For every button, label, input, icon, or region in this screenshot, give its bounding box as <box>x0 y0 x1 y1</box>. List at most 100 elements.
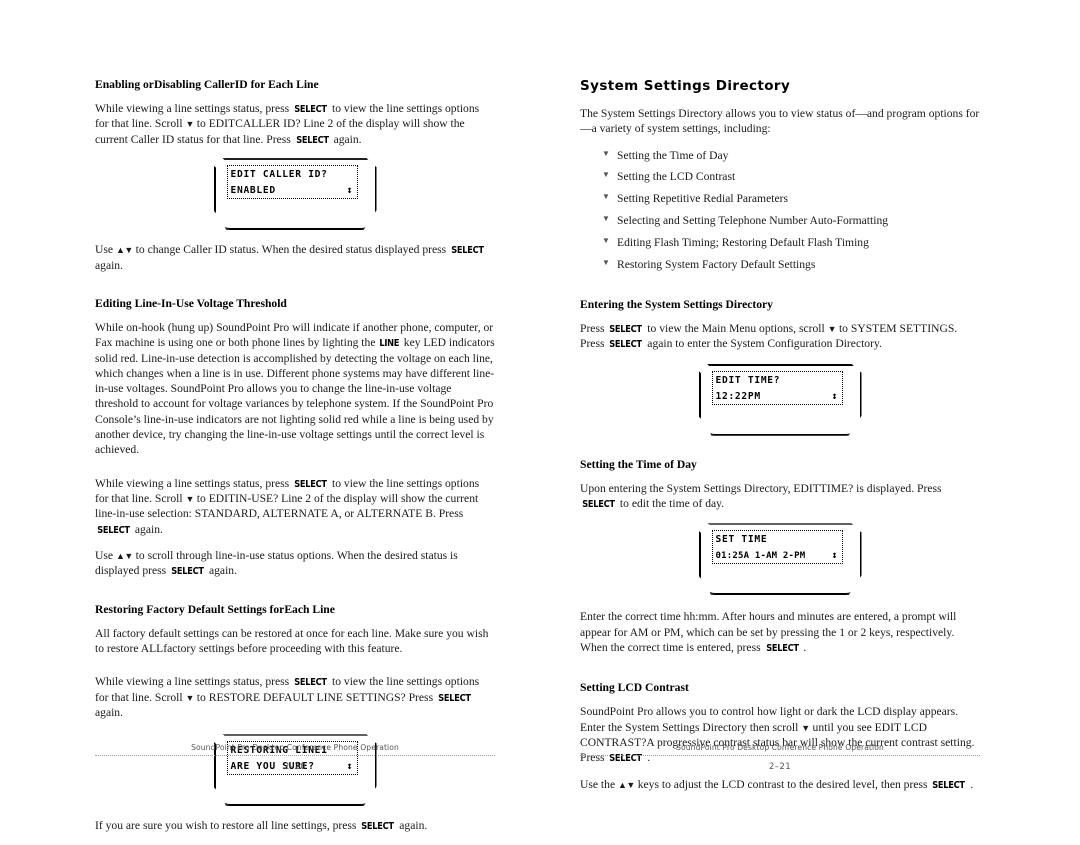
lcd-screen: EDIT CALLER ID? ENABLED ↕ <box>226 165 358 200</box>
right-column-content: System Settings Directory The System Set… <box>580 78 980 803</box>
list-item-label: Editing Flash Timing; Restoring Default … <box>617 235 869 249</box>
footer-right: SoundPoint Pro Desktop Conference Phone … <box>580 743 980 772</box>
text-fragment: again. <box>95 258 124 272</box>
footer-divider <box>95 755 495 756</box>
up-down-scroll-icon: ↕ <box>831 390 838 402</box>
footer-title: SoundPoint Pro Desktop Conference Phone … <box>191 743 399 752</box>
text-fragment: to view the Main Menu options, scroll <box>644 321 828 335</box>
list-item-label: Selecting and Setting Telephone Number A… <box>617 213 889 227</box>
lcd-figure-edit-time: EDIT TIME? 12:22PM ↕ <box>580 363 980 436</box>
heading-line-in-use-voltage: Editing Line-In-Use Voltage Threshold <box>95 296 287 310</box>
lcd-screen-line-2: 12:22PM <box>715 390 761 402</box>
lcd-screen-line-2: ENABLED <box>230 185 276 197</box>
triangle-bullet-icon: ▼ <box>602 257 610 267</box>
select-key-label: SELECT <box>451 245 484 257</box>
triangle-bullet-icon: ▼ <box>602 213 610 223</box>
up-down-scroll-icon: ↕ <box>831 550 838 562</box>
lcd-screen-line-1: SET TIME <box>715 534 768 546</box>
paragraph-enter-correct-time: Enter the correct time hh:mm. After hour… <box>580 609 980 655</box>
text-fragment: Use <box>95 243 116 257</box>
paragraph-callerid-instructions: While viewing a line settings status, pr… <box>95 101 495 147</box>
list-item: ▼ Restoring System Factory Default Settin… <box>602 257 980 272</box>
list-item-label: Setting the LCD Contrast <box>617 170 736 184</box>
footer-title: SoundPoint Pro Desktop Conference Phone … <box>676 743 884 752</box>
text-fragment: While viewing a line settings status, pr… <box>95 102 293 115</box>
triangle-bullet-icon: ▼ <box>602 148 610 158</box>
down-arrow-icon: ▼ <box>185 119 194 130</box>
up-down-arrow-icon: ▲▼ <box>115 551 133 561</box>
lcd-device: EDIT TIME? 12:22PM ↕ <box>698 363 862 436</box>
select-key-label: SELECT <box>932 779 966 791</box>
text-fragment: again. <box>132 522 163 536</box>
list-item: ▼ Setting the Time of Day <box>602 148 980 163</box>
down-arrow-icon: ▼ <box>185 494 194 504</box>
select-key-label: SELECT <box>765 642 799 654</box>
text-fragment: keys to adjust the LCD contrast to the d… <box>634 777 931 791</box>
text-fragment: Use <box>95 549 116 562</box>
text-fragment: to edit the time of day. <box>617 496 725 510</box>
list-item: ▼ Selecting and Setting Telephone Number … <box>602 213 980 228</box>
footer-left: SoundPoint Pro Desktop Conference Phone … <box>95 743 495 772</box>
text-fragment: If you are sure you wish to restore all … <box>95 819 360 833</box>
paragraph-factory-defaults-note: All factory default settings can be rest… <box>95 626 489 655</box>
down-arrow-icon: ▼ <box>827 323 837 334</box>
line-key-label: LINE <box>379 338 400 350</box>
heading-entering-directory: Entering the System Settings Directory <box>580 297 773 311</box>
paragraph-entering-directory: Press SELECT to view the Main Menu optio… <box>580 321 980 352</box>
list-item-label: Restoring System Factory Default Setting… <box>617 257 816 271</box>
select-key-label: SELECT <box>295 134 329 146</box>
list-item-label: Setting the Time of Day <box>617 148 729 162</box>
lcd-screen: SET TIME 01:25A 1-AM 2-PM ↕ <box>711 530 843 565</box>
paragraph-line-in-use-description: While on-hook (hung up) SoundPoint Pro w… <box>95 320 495 458</box>
up-down-arrow-icon: ▲▼ <box>618 779 635 790</box>
paragraph-restore-defaults-instructions: While viewing a line settings status, pr… <box>95 674 495 720</box>
list-item-label: Setting Repetitive Redial Parameters <box>617 192 788 206</box>
select-key-label: SELECT <box>294 677 327 689</box>
up-down-arrow-icon: ▲▼ <box>115 245 133 256</box>
text-fragment: again. <box>330 132 362 146</box>
text-fragment: again. <box>396 819 428 833</box>
text-fragment: to change Caller ID status. When the des… <box>132 243 450 257</box>
footer-divider <box>580 755 980 756</box>
triangle-bullet-icon: ▼ <box>602 235 610 245</box>
triangle-bullet-icon: ▼ <box>602 192 610 202</box>
page-number: 2–21 <box>768 762 792 772</box>
text-fragment: While viewing a line settings status, pr… <box>95 675 293 689</box>
down-arrow-icon: ▼ <box>801 722 810 733</box>
paragraph-setting-time-intro: Upon entering the System Settings Direct… <box>580 481 980 512</box>
list-item: ▼ Editing Flash Timing; Restoring Default… <box>602 235 980 250</box>
system-settings-bullet-list: ▼ Setting the Time of Day ▼ Setting the LC… <box>580 148 980 272</box>
paragraph-adjust-contrast-keys: Use the ▲▼ keys to adjust the LCD contra… <box>580 777 980 792</box>
heading-restoring-factory-defaults: Restoring Factory Default Settings forEa… <box>95 602 335 616</box>
select-key-label: SELECT <box>438 692 471 704</box>
select-key-label: SELECT <box>294 104 327 115</box>
paragraph-change-callerid-status: Use ▲▼ to change Caller ID status. When … <box>95 242 495 273</box>
lcd-screen-line-2-row: ENABLED ↕ <box>231 183 354 199</box>
text-fragment: . <box>967 777 974 791</box>
text-fragment: key LED indicators solid red. Line-in-us… <box>95 336 495 457</box>
text-fragment: again. <box>206 564 237 578</box>
page-right: System Settings Directory The System Set… <box>560 0 1050 834</box>
text-fragment: . <box>800 640 807 654</box>
text-fragment: Upon entering the System Settings Direct… <box>580 481 942 495</box>
heading-setting-time-of-day: Setting the Time of Day <box>580 457 697 471</box>
select-key-label: SELECT <box>294 478 327 490</box>
lcd-screen-line-1: EDIT TIME? <box>715 374 781 386</box>
page-left: Enabling orDisabling CallerID for Each L… <box>75 0 565 834</box>
lcd-device: EDIT CALLER ID? ENABLED ↕ <box>213 158 377 231</box>
lcd-screen-line-2: 01:25A 1-AM 2-PM <box>715 551 806 562</box>
text-fragment: While viewing a line settings status, pr… <box>95 476 293 490</box>
select-key-label: SELECT <box>171 566 204 578</box>
lcd-screen-line-1: EDIT CALLER ID? <box>230 169 328 181</box>
text-fragment: to scroll through line-in-use status opt… <box>95 549 458 578</box>
text-fragment: again. <box>95 706 124 720</box>
paragraph-scroll-in-use-options: Use ▲▼ to scroll through line-in-use sta… <box>95 548 495 579</box>
select-key-label: SELECT <box>582 498 615 510</box>
page-number: 2–20 <box>283 762 307 772</box>
paragraph-directory-intro: The System Settings Directory allows you… <box>580 107 980 136</box>
heading-setting-lcd-contrast: Setting LCD Contrast <box>580 681 689 695</box>
paragraph-edit-in-use-instructions: While viewing a line settings status, pr… <box>95 476 495 537</box>
lcd-screen-line-2-row: 12:22PM ↕ <box>716 389 839 405</box>
lcd-device: SET TIME 01:25A 1-AM 2-PM ↕ <box>698 523 862 596</box>
select-key-label: SELECT <box>609 323 643 335</box>
